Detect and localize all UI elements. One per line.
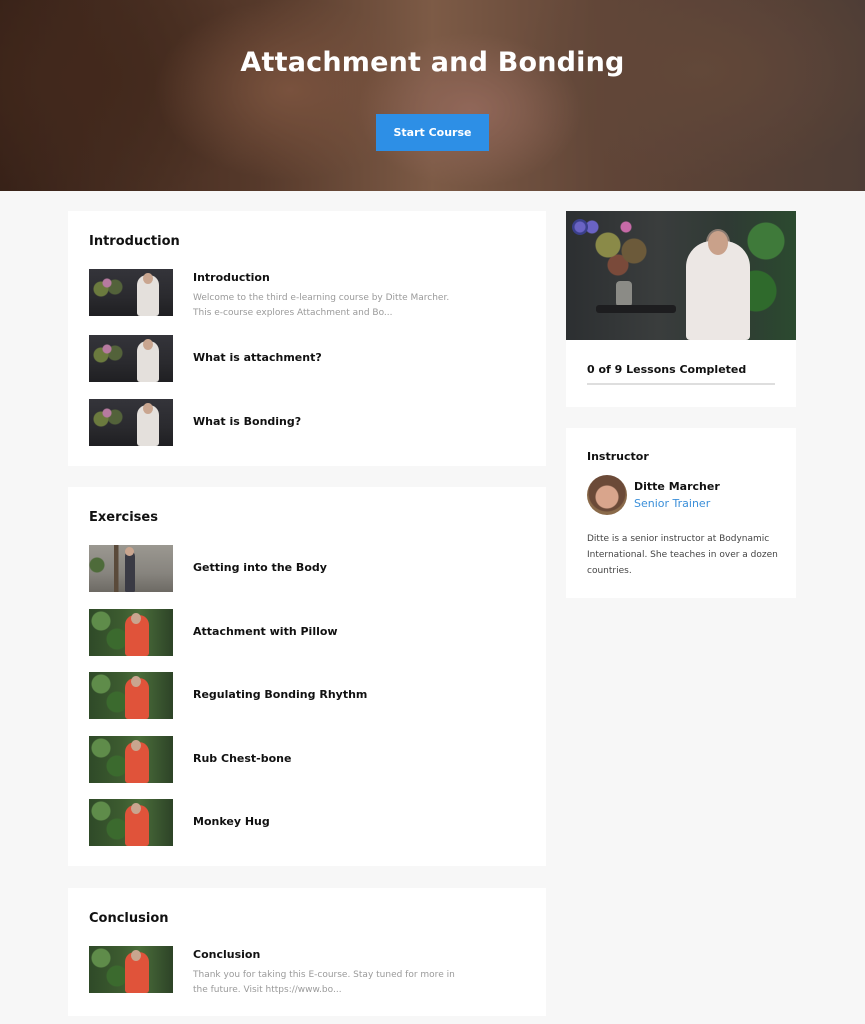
lesson-title[interactable]: Monkey Hug [193,815,270,828]
section-introduction: Introduction Introduction Welcome to the… [68,211,546,466]
lesson-title[interactable]: Attachment with Pillow [193,625,338,638]
instructor-role: Senior Trainer [634,497,711,510]
instructor-avatar [587,475,627,515]
lesson-thumbnail[interactable] [89,799,173,846]
lesson-thumbnail[interactable] [89,335,173,382]
course-hero-banner: Attachment and Bonding Start Course [0,0,865,191]
instructor-card: Instructor Ditte Marcher Senior Trainer … [566,428,796,598]
lesson-thumbnail[interactable] [89,672,173,719]
progress-label: 0 of 9 Lessons Completed [587,363,747,376]
instructor-bio: Ditte is a senior instructor at Bodynami… [587,534,778,576]
section-title: Introduction [89,234,180,249]
section-conclusion: Conclusion Conclusion Thank you for taki… [68,888,546,1016]
lesson-item[interactable]: Regulating Bonding Rhythm [89,672,519,719]
lesson-title[interactable]: Conclusion [193,948,260,961]
lesson-title[interactable]: Rub Chest-bone [193,752,291,765]
course-title: Attachment and Bonding [240,47,625,78]
lesson-description: Thank you for taking this E-course. Stay… [193,970,455,995]
lesson-item[interactable]: Introduction Welcome to the third e-lear… [89,269,519,318]
lesson-title[interactable]: Introduction [193,271,270,284]
lesson-title[interactable]: What is attachment? [193,351,322,364]
course-progress-card: 0 of 9 Lessons Completed [566,211,796,407]
lesson-item[interactable]: Getting into the Body [89,545,519,592]
section-title: Conclusion [89,911,169,926]
lesson-title[interactable]: What is Bonding? [193,415,301,428]
lesson-thumbnail[interactable] [89,269,173,316]
lesson-item[interactable]: Monkey Hug [89,799,519,846]
instructor-name: Ditte Marcher [634,480,720,493]
lesson-thumbnail[interactable] [89,545,173,592]
lesson-thumbnail[interactable] [89,399,173,446]
flower-icon [572,219,588,235]
instructor-heading: Instructor [587,450,649,463]
lesson-description: Welcome to the third e-learning course b… [193,293,450,318]
lesson-item[interactable]: Attachment with Pillow [89,609,519,656]
lesson-thumbnail[interactable] [89,736,173,783]
start-course-button[interactable]: Start Course [376,114,489,151]
lesson-thumbnail[interactable] [89,946,173,993]
lesson-item[interactable]: What is attachment? [89,335,519,382]
lesson-item[interactable]: What is Bonding? [89,399,519,446]
lesson-title[interactable]: Getting into the Body [193,561,327,574]
course-preview-video[interactable] [566,211,796,340]
section-title: Exercises [89,510,158,525]
lesson-thumbnail[interactable] [89,609,173,656]
lesson-item[interactable]: Conclusion Thank you for taking this E-c… [89,946,519,995]
lesson-title[interactable]: Regulating Bonding Rhythm [193,688,367,701]
progress-bar [587,383,775,385]
section-exercises: Exercises Getting into the Body Attachme… [68,487,546,866]
lesson-item[interactable]: Rub Chest-bone [89,736,519,783]
